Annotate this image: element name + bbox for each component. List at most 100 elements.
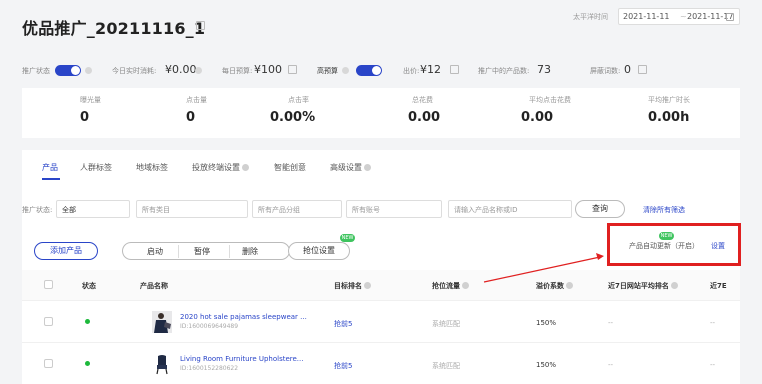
col-avg-rank-label: 近7日网站平均排名 [608, 282, 669, 290]
campaign-status-row: 推广状态 今日实时消耗: ¥0.00 每日预算: ¥100 高预算 出价: ¥1… [0, 63, 762, 77]
col-target-rank-label: 目标排名 [334, 282, 362, 290]
page: { "header": { "title": "优品推广_20211116_1"… [0, 0, 762, 384]
filter-bar: 推广状态: 全部 ⌵ 所有类目 ⌵ 所有产品分组 ⌵ 所有账号 ⌵ 请输入产品名称或ID… [22, 200, 740, 220]
last7-value: -- [710, 319, 716, 327]
help-icon [242, 164, 249, 171]
filter-category-select[interactable]: 所有类目 ⌵ [136, 200, 248, 218]
filter-group-select[interactable]: 所有产品分组 ⌵ [252, 200, 342, 218]
col-premium-label: 溢价系数 [536, 282, 564, 290]
products-count-value: 73 [537, 63, 551, 76]
pause-button[interactable]: 暂停 [194, 246, 210, 257]
metric-label: 平均推广时长 [648, 96, 690, 104]
daily-budget-label: 每日预算: [222, 67, 253, 75]
metric-value: 0.00h [648, 110, 690, 125]
metric-label: 曝光量 [80, 96, 101, 104]
product-id: ID:1600069649489 [180, 323, 239, 330]
today-spend-label: 今日实时消耗: [112, 67, 157, 75]
status-active-dot [85, 319, 90, 324]
metric-value: 0 [80, 110, 90, 125]
metric-impressions: 曝光量 0 [80, 95, 190, 125]
target-rank-link[interactable]: 抢前5 [334, 319, 352, 329]
col-premium: 溢价系数 [536, 281, 573, 291]
chevron-down-icon: ⌵ [352, 205, 358, 213]
date-range-picker[interactable]: 2021-11-11 ~ 2021-11-17 [618, 8, 740, 25]
active-tab-indicator [42, 178, 60, 180]
last7-value: -- [710, 361, 716, 369]
daily-budget-value: ¥100 [254, 63, 282, 76]
chevron-down-icon: ⌵ [142, 205, 148, 213]
bid-setting-button[interactable]: 抢位设置 [288, 242, 350, 260]
table-header: 状态 产品名称 目标排名 抢位流量 溢价系数 近7日网站平均排名 近7E [22, 270, 740, 300]
col-target-rank: 目标排名 [334, 281, 371, 291]
help-icon [462, 282, 469, 289]
blocked-words-label: 屏蔽词数: [590, 67, 621, 75]
metric-ctr: 点击率 0.00% [270, 95, 380, 125]
edit-title-icon[interactable] [196, 21, 205, 30]
date-start: 2021-11-11 [623, 12, 670, 21]
query-button[interactable]: 查询 [575, 200, 625, 218]
status-active-dot [85, 361, 90, 366]
tab-device-settings[interactable]: 投放终端设置 [192, 162, 249, 173]
high-budget-toggle[interactable] [356, 65, 382, 76]
product-search-input[interactable]: 请输入产品名称或ID [448, 200, 572, 218]
product-thumbnail [152, 353, 172, 375]
bid-value: ¥12 [420, 63, 441, 76]
date-separator: ~ [680, 12, 687, 21]
search-placeholder: 请输入产品名称或ID [454, 206, 518, 214]
promo-state-toggle[interactable] [55, 65, 81, 76]
help-icon [364, 282, 371, 289]
col-status: 状态 [82, 282, 96, 290]
divider [229, 245, 230, 258]
metric-avg-cpc: 平均点击花费 0.00 [521, 95, 631, 125]
metric-value: 0.00% [270, 110, 316, 125]
tab-advanced-settings[interactable]: 高级设置 [330, 162, 371, 173]
metric-value: 0.00 [408, 110, 441, 125]
tab-device-settings-label: 投放终端设置 [192, 163, 240, 172]
tab-bar: 产品 人群标签 地域标签 投放终端设置 智能创意 高级设置 [22, 158, 740, 180]
premium-value: 150% [536, 319, 557, 327]
tab-audience-tags[interactable]: 人群标签 [80, 162, 112, 173]
tab-products[interactable]: 产品 [42, 162, 58, 173]
col-bid-traffic-label: 抢位流量 [432, 282, 460, 290]
delete-button[interactable]: 删除 [242, 246, 258, 257]
auto-update-settings-link[interactable]: 设置 [711, 241, 725, 251]
edit-blocked-words-icon[interactable] [638, 65, 647, 74]
high-budget-help-icon [342, 67, 349, 74]
tab-region-tags[interactable]: 地域标签 [136, 162, 168, 173]
metric-label: 点击率 [288, 96, 309, 104]
promo-state-help-icon [85, 67, 92, 74]
blocked-words-value: 0 [624, 63, 631, 76]
filter-account-select[interactable]: 所有账号 ⌵ [346, 200, 442, 218]
filter-state-select[interactable]: 全部 ⌵ [56, 200, 130, 218]
tab-advanced-settings-label: 高级设置 [330, 163, 362, 172]
start-button[interactable]: 启动 [147, 246, 163, 257]
high-budget-label: 高预算 [317, 67, 338, 75]
avg-rank-value: -- [608, 361, 614, 369]
add-product-button[interactable]: 添加产品 [34, 242, 98, 260]
table-row: 2020 hot sale pajamas sleepwear ... ID:1… [22, 300, 740, 342]
help-icon [670, 282, 678, 289]
select-all-checkbox[interactable] [44, 280, 53, 289]
auto-update-status: 产品自动更新（开启） [629, 242, 699, 250]
product-name-link[interactable]: 2020 hot sale pajamas sleepwear ... [180, 313, 307, 321]
metric-value: 0.00 [521, 110, 554, 125]
help-icon [364, 164, 371, 171]
metric-label: 总花费 [412, 96, 433, 104]
bid-traffic-value: 系统匹配 [432, 320, 460, 328]
tab-smart-creative[interactable]: 智能创意 [274, 162, 306, 173]
product-name-link[interactable]: Living Room Furniture Upholstere... [180, 355, 303, 363]
edit-bid-icon[interactable] [450, 65, 459, 74]
target-rank-link[interactable]: 抢前5 [334, 361, 352, 371]
today-spend-help-icon [195, 67, 202, 74]
row-checkbox[interactable] [44, 359, 53, 368]
promo-state-label: 推广状态 [22, 67, 50, 75]
chevron-down-icon: ⌵ [62, 205, 68, 213]
col-avg-rank: 近7日网站平均排名 [608, 281, 678, 291]
new-badge: NEW [340, 234, 355, 242]
clear-filters-link[interactable]: 清除所有筛选 [643, 205, 685, 215]
bulk-action-group: 启动 暂停 删除 [122, 242, 290, 260]
products-count-label: 推广中的产品数: [478, 67, 530, 75]
row-checkbox[interactable] [44, 317, 53, 326]
edit-budget-icon[interactable] [288, 65, 297, 74]
premium-value: 150% [536, 361, 557, 369]
